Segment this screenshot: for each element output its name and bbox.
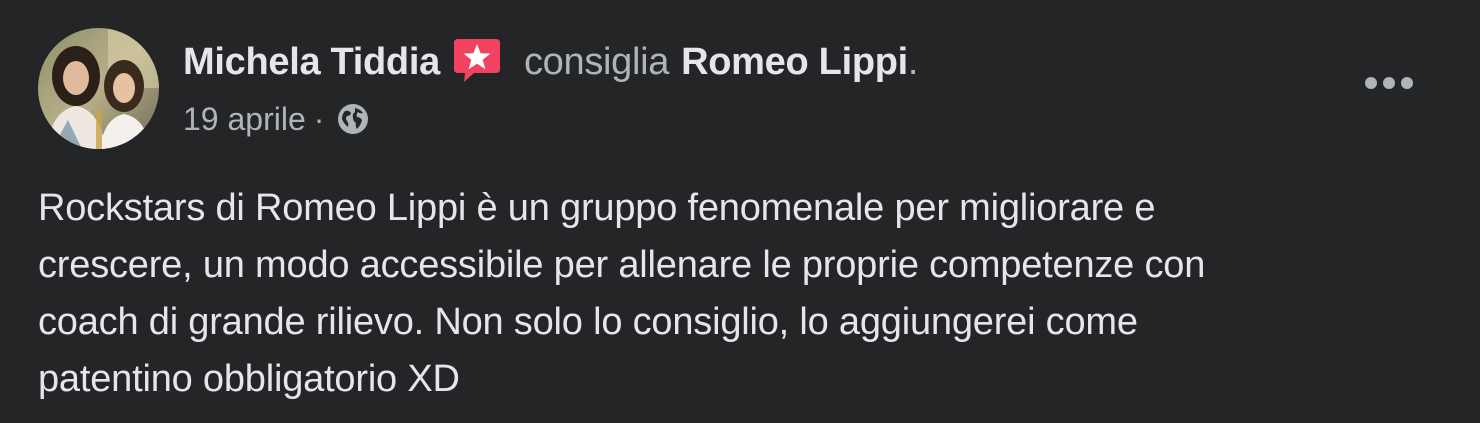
post-text-line: Rockstars di Romeo Lippi è un gruppo fen… [38,187,1156,229]
recommend-action-text: consiglia [523,40,670,83]
globe-icon[interactable] [336,102,370,136]
meta-separator: · [313,100,325,137]
recommend-star-icon [452,35,502,85]
page-name-link[interactable]: Romeo Lippi [681,41,908,84]
author-name-link[interactable]: Michela Tiddia [183,41,440,84]
recommendation-post: Michela Tiddia consiglia Romeo Lippi . 1… [0,0,1480,423]
avatar-photo [38,28,159,149]
more-options-icon [1365,77,1413,89]
post-body-text: Rockstars di Romeo Lippi è un gruppo fen… [38,180,1438,408]
timestamp-link[interactable]: 19 aprile [183,101,306,138]
post-text-line: crescere, un modo accessibile per allena… [38,244,1206,286]
more-options-button[interactable] [1352,58,1426,108]
post-text-line: patentino obbligatorio XD [38,358,460,400]
header-period: . [907,40,919,83]
post-header: Michela Tiddia consiglia Romeo Lippi . [183,34,918,90]
post-meta: 19 aprile · [183,97,370,141]
author-avatar[interactable] [38,28,159,149]
post-text-line: coach di grande rilievo. Non solo lo con… [38,301,1138,343]
